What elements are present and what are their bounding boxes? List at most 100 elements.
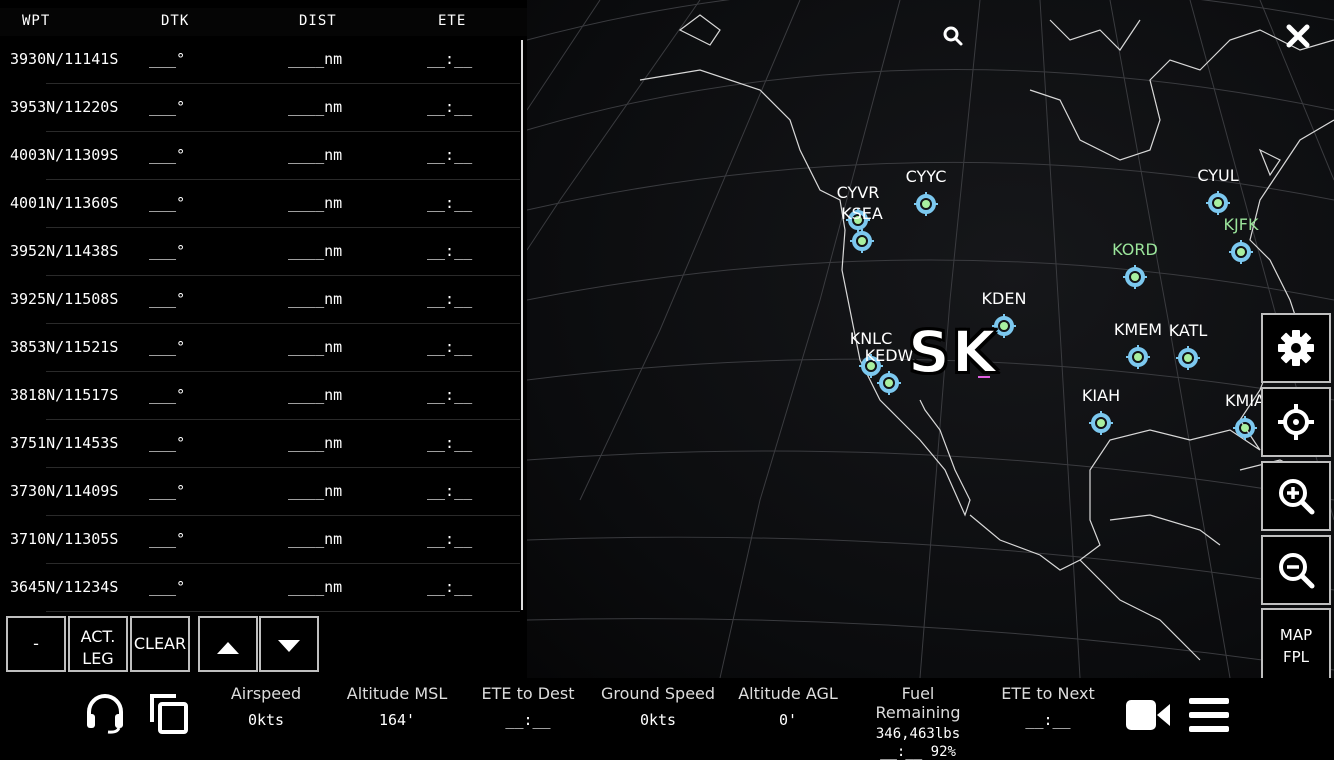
flight-plan-row[interactable]: 3645N/11234S ___° ____nm __:__: [0, 564, 520, 612]
dist-cell: ____nm: [288, 50, 343, 68]
activate-leg-button[interactable]: ACT. LEG: [68, 616, 128, 672]
flight-plan-row[interactable]: 3730N/11409S ___° ____nm __:__: [0, 468, 520, 516]
crosshair-icon: [1278, 404, 1314, 440]
airspeed-label: Airspeed: [230, 684, 302, 703]
fuel-label: Fuel Remaining: [875, 684, 961, 722]
dist-cell: ____nm: [288, 290, 343, 308]
waypoint-cell: 3930N/11141S: [10, 50, 119, 68]
waypoint-icon: [1126, 345, 1150, 369]
dist-cell: ____nm: [288, 338, 343, 356]
dtk-cell: ___°: [149, 98, 186, 116]
dist-cell: ____nm: [288, 530, 343, 548]
waypoint-icon: [1229, 240, 1253, 264]
scroll-down-button[interactable]: [259, 616, 319, 672]
altitude-msl-readout: Altitude MSL 164': [344, 684, 450, 729]
ete-cell: __:__: [427, 338, 473, 356]
waypoint-icon: [1089, 411, 1113, 435]
close-icon[interactable]: [1284, 22, 1312, 50]
airport-label: KDEN: [981, 289, 1027, 308]
flight-plan-row[interactable]: 3818N/11517S ___° ____nm __:__: [0, 372, 520, 420]
remove-waypoint-label: -: [33, 634, 39, 653]
fuel-readout: Fuel Remaining 346,463lbs __:__ 92%: [858, 684, 978, 760]
zoom-out-button[interactable]: [1261, 535, 1331, 605]
airport-label: KSEA: [841, 204, 883, 223]
waypoint-cell: 4001N/11360S: [10, 194, 119, 212]
camera-icon[interactable]: [1126, 700, 1170, 734]
ete-cell: __:__: [427, 242, 473, 260]
dist-cell: ____nm: [288, 194, 343, 212]
airport-label: KORD: [1112, 240, 1158, 259]
flight-plan-row[interactable]: 3751N/11453S ___° ____nm __:__: [0, 420, 520, 468]
altitude-msl-label: Altitude MSL: [346, 684, 448, 703]
search-icon[interactable]: [941, 24, 965, 48]
dtk-cell: ___°: [149, 146, 186, 164]
copy-icon[interactable]: [148, 692, 190, 740]
zoom-in-icon: [1279, 479, 1315, 515]
arrow-up-icon: [217, 642, 239, 654]
flight-plan-row[interactable]: 3953N/11220S ___° ____nm __:__: [0, 84, 520, 132]
dtk-cell: ___°: [149, 434, 186, 452]
ete-dest-value: __:__: [505, 711, 551, 729]
flight-plan-row[interactable]: 3853N/11521S ___° ____nm __:__: [0, 324, 520, 372]
dist-cell: ____nm: [288, 386, 343, 404]
dist-cell: ____nm: [288, 578, 343, 596]
altitude-agl-readout: Altitude AGL 0': [736, 684, 840, 729]
flight-plan-header: WPT DTK DIST ETE: [0, 8, 527, 36]
waypoint-icon: [914, 192, 938, 216]
flight-plan-row[interactable]: 3710N/11305S ___° ____nm __:__: [0, 516, 520, 564]
clear-label: CLEAR: [133, 634, 187, 653]
headset-icon[interactable]: [84, 692, 126, 738]
flight-plan-scrollbar[interactable]: [521, 40, 523, 610]
ete-cell: __:__: [427, 290, 473, 308]
ete-cell: __:__: [427, 50, 473, 68]
map-fpl-line1: MAP: [1279, 626, 1313, 644]
dtk-cell: ___°: [149, 194, 186, 212]
dtk-cell: ___°: [149, 386, 186, 404]
flight-plan-row[interactable]: 4003N/11309S ___° ____nm __:__: [0, 132, 520, 180]
airspeed-value: 0kts: [247, 711, 285, 729]
scroll-up-button[interactable]: [198, 616, 258, 672]
flight-plan-row[interactable]: 4001N/11360S ___° ____nm __:__: [0, 180, 520, 228]
menu-icon[interactable]: [1189, 698, 1231, 738]
flight-plan-row[interactable]: 3925N/11508S ___° ____nm __:__: [0, 276, 520, 324]
ground-speed-label: Ground Speed: [600, 684, 716, 703]
arrow-down-icon: [278, 640, 300, 652]
zoom-in-button[interactable]: [1261, 461, 1331, 531]
airport-label: CYUL: [1197, 166, 1239, 185]
altitude-agl-label: Altitude AGL: [738, 684, 838, 703]
act-leg-line1: ACT.: [80, 627, 116, 646]
ground-speed-value: 0kts: [639, 711, 677, 729]
clear-button[interactable]: CLEAR: [130, 616, 190, 672]
ete-next-readout: ETE to Next __:__: [998, 684, 1098, 729]
remove-waypoint-button[interactable]: -: [6, 616, 66, 672]
waypoint-icon: [1123, 265, 1147, 289]
ete-cell: __:__: [427, 194, 473, 212]
airspeed-readout: Airspeed 0kts: [222, 684, 310, 729]
flight-plan-row[interactable]: 3952N/11438S ___° ____nm __:__: [0, 228, 520, 276]
fuel-time-percent: __:__ 92%: [880, 744, 956, 760]
map-fpl-toggle-button[interactable]: MAP FPL: [1261, 608, 1331, 680]
dtk-cell: ___°: [149, 50, 186, 68]
ete-cell: __:__: [427, 434, 473, 452]
center-on-aircraft-button[interactable]: [1261, 387, 1331, 457]
waypoint-icon: [1233, 416, 1257, 440]
status-bar: Airspeed 0kts Altitude MSL 164' ETE to D…: [0, 678, 1334, 760]
zoom-out-icon: [1279, 553, 1315, 589]
waypoint-icon: [1206, 191, 1230, 215]
map-fpl-line2: FPL: [1282, 648, 1310, 666]
aircraft-heading-mark: [978, 376, 990, 378]
waypoint-cell: 3952N/11438S: [10, 242, 119, 260]
dtk-cell: ___°: [149, 530, 186, 548]
ete-cell: __:__: [427, 98, 473, 116]
flight-plan-row[interactable]: 3930N/11141S ___° ____nm __:__: [0, 36, 520, 84]
dtk-cell: ___°: [149, 290, 186, 308]
waypoint-cell: 3853N/11521S: [10, 338, 119, 356]
ete-cell: __:__: [427, 146, 473, 164]
dtk-cell: ___°: [149, 482, 186, 500]
dtk-cell: ___°: [149, 578, 186, 596]
dist-cell: ____nm: [288, 434, 343, 452]
header-ete: ETE: [438, 13, 467, 29]
settings-button[interactable]: [1261, 313, 1331, 383]
ete-dest-label: ETE to Dest: [481, 684, 575, 703]
waypoint-cell: 3818N/11517S: [10, 386, 119, 404]
